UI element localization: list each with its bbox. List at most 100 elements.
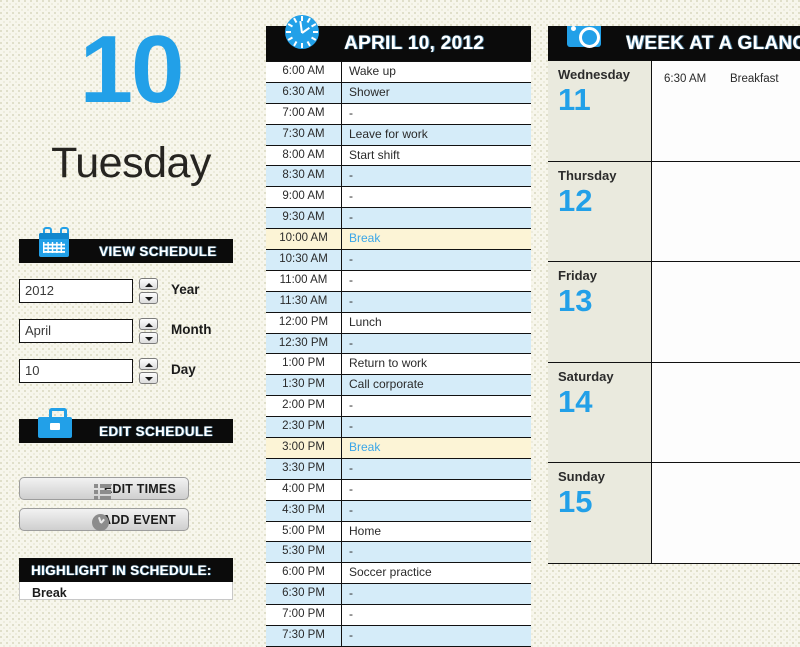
schedule-row[interactable]: 4:30 PM - [266,500,531,522]
schedule-row-event: - [349,628,353,643]
month-stepper[interactable] [139,318,158,345]
week-day-row[interactable]: Thursday 12 [548,161,800,263]
week-day-name: Friday [558,268,598,284]
week-at-a-glance-header: WEEK AT A GLANCE [548,26,800,61]
schedule-row-time: 8:00 AM [266,145,342,166]
week-day-events [652,162,800,262]
schedule-row[interactable]: 10:30 AM - [266,250,531,271]
calendar-icon [37,225,73,261]
year-label: Year [171,282,200,297]
month-input[interactable]: April [19,319,133,343]
add-event-label: ADD EVENT [101,512,176,527]
schedule-row[interactable]: 9:30 AM - [266,208,531,230]
schedule-row[interactable]: 6:00 AM Wake up [266,62,531,83]
clock-icon [284,14,320,50]
year-input[interactable]: 2012 [19,279,133,303]
daily-schedule-header: APRIL 10, 2012 [266,15,531,61]
schedule-row-time: 3:30 PM [266,458,342,479]
schedule-row-time: 2:00 PM [266,396,342,417]
schedule-row[interactable]: 4:00 PM - [266,479,531,501]
highlight-legend-item: Break [32,586,67,600]
daily-schedule-panel: APRIL 10, 2012 6:00 AM Wake up 6:30 AM Show… [266,15,531,647]
schedule-row[interactable]: 2:00 PM - [266,396,531,418]
week-day-number: 11 [558,82,591,117]
view-schedule-header: VIEW SCHEDULE [19,227,233,263]
schedule-row-event: - [349,398,353,413]
schedule-row-event: Lunch [349,314,382,329]
week-day-events: 6:30 AM Breakfast [652,61,800,161]
schedule-row-time: 12:00 PM [266,312,342,333]
week-day-row[interactable]: Saturday 14 [548,362,800,464]
schedule-row-time: 2:30 PM [266,417,342,438]
year-stepper[interactable] [139,278,158,305]
schedule-row-time: 4:30 PM [266,500,342,521]
schedule-row[interactable]: 10:00 AM Break [266,229,531,251]
schedule-row[interactable]: 6:30 AM Shower [266,82,531,104]
week-day-events [652,463,800,563]
schedule-row[interactable]: 7:00 AM - [266,103,531,125]
schedule-row[interactable]: 6:30 PM - [266,584,531,606]
day-stepper-down[interactable] [139,372,158,384]
week-day-number: 13 [558,283,593,319]
week-day-events [652,363,800,463]
schedule-row[interactable]: 9:00 AM - [266,187,531,209]
month-stepper-down[interactable] [139,332,158,344]
schedule-row[interactable]: 11:30 AM - [266,291,531,313]
schedule-row[interactable]: 12:00 PM Lunch [266,312,531,334]
schedule-row[interactable]: 7:30 AM Leave for work [266,124,531,146]
schedule-row[interactable]: 5:00 PM Home [266,521,531,543]
schedule-row[interactable]: 2:30 PM - [266,417,531,439]
month-stepper-up[interactable] [139,318,158,330]
clock-icon [91,514,109,531]
schedule-row-time: 6:00 AM [266,62,342,82]
day-input[interactable]: 10 [19,359,133,383]
schedule-row-event: - [349,168,353,183]
daily-schedule-rows: 6:00 AM Wake up 6:30 AM Shower 7:00 AM -7:30 … [266,61,531,647]
schedule-row[interactable]: 11:00 AM - [266,270,531,292]
schedule-row[interactable]: 1:00 PM Return to work [266,354,531,376]
week-day-column: Wednesday 11 [548,61,652,161]
schedule-row-time: 7:30 PM [266,626,342,646]
edit-times-label: EDIT TIMES [103,481,176,496]
week-day-row[interactable]: Friday 13 [548,262,800,363]
schedule-row-event: - [349,586,353,601]
year-stepper-down[interactable] [139,292,158,304]
week-day-row[interactable]: Wednesday 11 6:30 AM Breakfast [548,61,800,162]
schedule-row-time: 10:30 AM [266,250,342,270]
day-stepper-up[interactable] [139,358,158,370]
edit-schedule-label: EDIT SCHEDULE [99,423,213,439]
day-stepper[interactable] [139,358,158,385]
schedule-row-event: - [349,502,353,517]
schedule-row-time: 7:30 AM [266,124,342,145]
schedule-row-time: 8:30 AM [266,166,342,187]
week-at-a-glance-panel: WEEK AT A GLANCE Wednesday11 6:30 AM Break… [548,26,800,564]
schedule-row-event: Leave for work [349,126,428,141]
schedule-row[interactable]: 8:00 AM Start shift [266,145,531,167]
schedule-row-event: Start shift [349,147,400,162]
schedule-row[interactable]: 7:30 PM - [266,626,531,647]
schedule-row-event: Break [349,231,381,246]
week-day-column: Sunday 15 [548,463,652,563]
list-icon [93,483,111,500]
schedule-row[interactable]: 1:30 PM Call corporate [266,375,531,397]
highlight-legend-header: HIGHLIGHT IN SCHEDULE: [19,558,233,582]
schedule-row[interactable]: 3:30 PM - [266,458,531,480]
schedule-row[interactable]: 5:30 PM - [266,542,531,564]
schedule-row-time: 7:00 AM [266,103,342,124]
week-day-number: 15 [558,484,593,520]
schedule-row[interactable]: 12:30 PM - [266,333,531,355]
schedule-row[interactable]: 7:00 PM - [266,605,531,627]
add-event-button[interactable]: ADD EVENT [19,508,189,531]
schedule-row[interactable]: 8:30 AM - [266,166,531,188]
week-day-name: Sunday [558,469,605,485]
day-label: Day [171,362,196,377]
schedule-row-time: 1:00 PM [266,354,342,375]
edit-times-button[interactable]: EDIT TIMES [19,477,189,500]
week-day-row[interactable]: Sunday 15 [548,463,800,564]
schedule-row[interactable]: 6:00 PM Soccer practice [266,563,531,585]
schedule-row-time: 6:30 AM [266,82,342,103]
schedule-row-time: 5:30 PM [266,542,342,563]
schedule-row-event: Call corporate [349,377,424,392]
year-stepper-up[interactable] [139,278,158,290]
schedule-row[interactable]: 3:00 PM Break [266,438,531,459]
